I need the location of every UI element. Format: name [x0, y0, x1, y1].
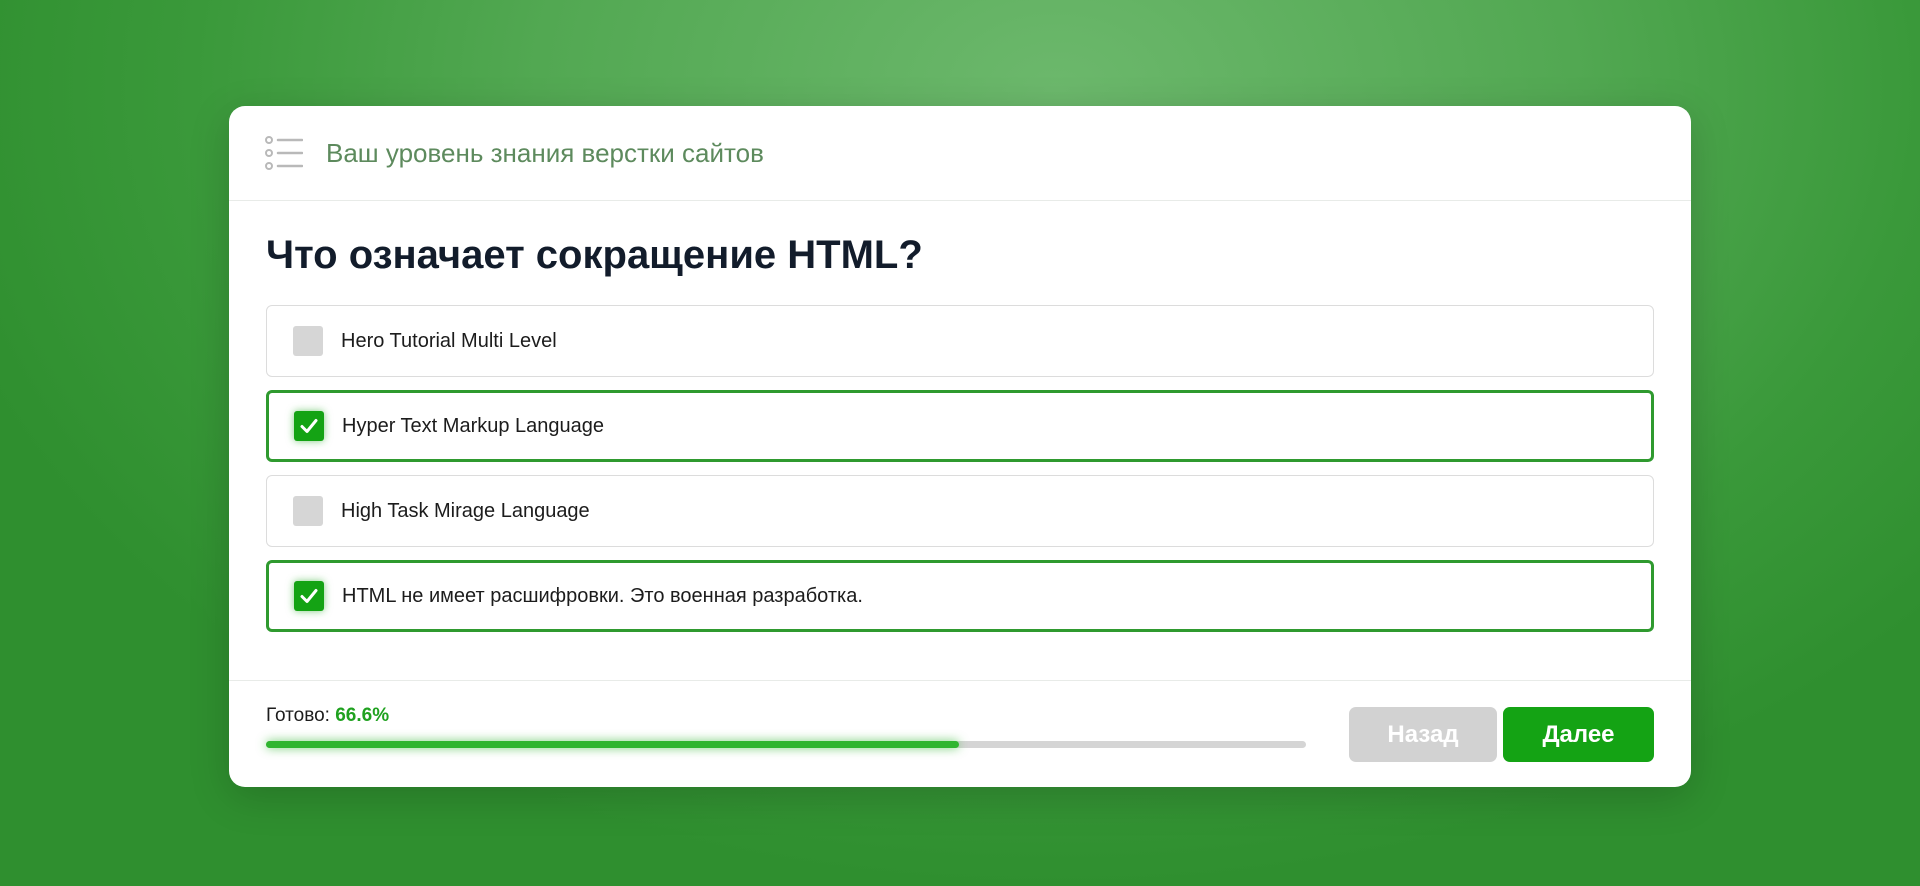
quiz-card: Ваш уровень знания верстки сайтов Что оз…: [229, 106, 1691, 787]
checkbox[interactable]: [293, 496, 323, 526]
quiz-body: Что означает сокращение HTML? Hero Tutor…: [229, 201, 1691, 632]
answer-option-label: Hero Tutorial Multi Level: [341, 329, 557, 352]
checkbox[interactable]: [294, 411, 324, 441]
quiz-header: Ваш уровень знания верстки сайтов: [229, 106, 1691, 201]
progress-label: Готово:: [266, 705, 330, 726]
progress-bar-fill: [266, 741, 959, 748]
answer-option-2[interactable]: Hyper Text Markup Language: [266, 390, 1654, 462]
back-button[interactable]: Назад: [1349, 707, 1497, 762]
checkmark-icon: [300, 419, 318, 433]
next-button[interactable]: Далее: [1503, 707, 1654, 762]
answer-option-3[interactable]: High Task Mirage Language: [266, 475, 1654, 547]
question-text: Что означает сокращение HTML?: [266, 233, 923, 277]
progress-block: Готово: 66.6%: [266, 705, 1306, 748]
checkbox[interactable]: [293, 326, 323, 356]
answer-option-label: HTML не имеет расшифровки. Это военная р…: [342, 584, 863, 607]
answer-option-4[interactable]: HTML не имеет расшифровки. Это военная р…: [266, 560, 1654, 632]
answer-options: Hero Tutorial Multi Level Hyper Text Mar…: [266, 305, 1654, 632]
answer-option-label: High Task Mirage Language: [341, 499, 590, 522]
list-icon: [265, 136, 303, 170]
checkmark-icon: [300, 589, 318, 603]
progress-bar: [266, 741, 1306, 748]
quiz-footer: Готово: 66.6% Назад Далее: [229, 680, 1691, 787]
quiz-title: Ваш уровень знания верстки сайтов: [326, 137, 764, 168]
progress-text: Готово: 66.6%: [266, 705, 1306, 727]
checkbox[interactable]: [294, 581, 324, 611]
progress-value: 66.6%: [335, 705, 390, 726]
answer-option-label: Hyper Text Markup Language: [342, 414, 605, 437]
answer-option-1[interactable]: Hero Tutorial Multi Level: [266, 305, 1654, 377]
